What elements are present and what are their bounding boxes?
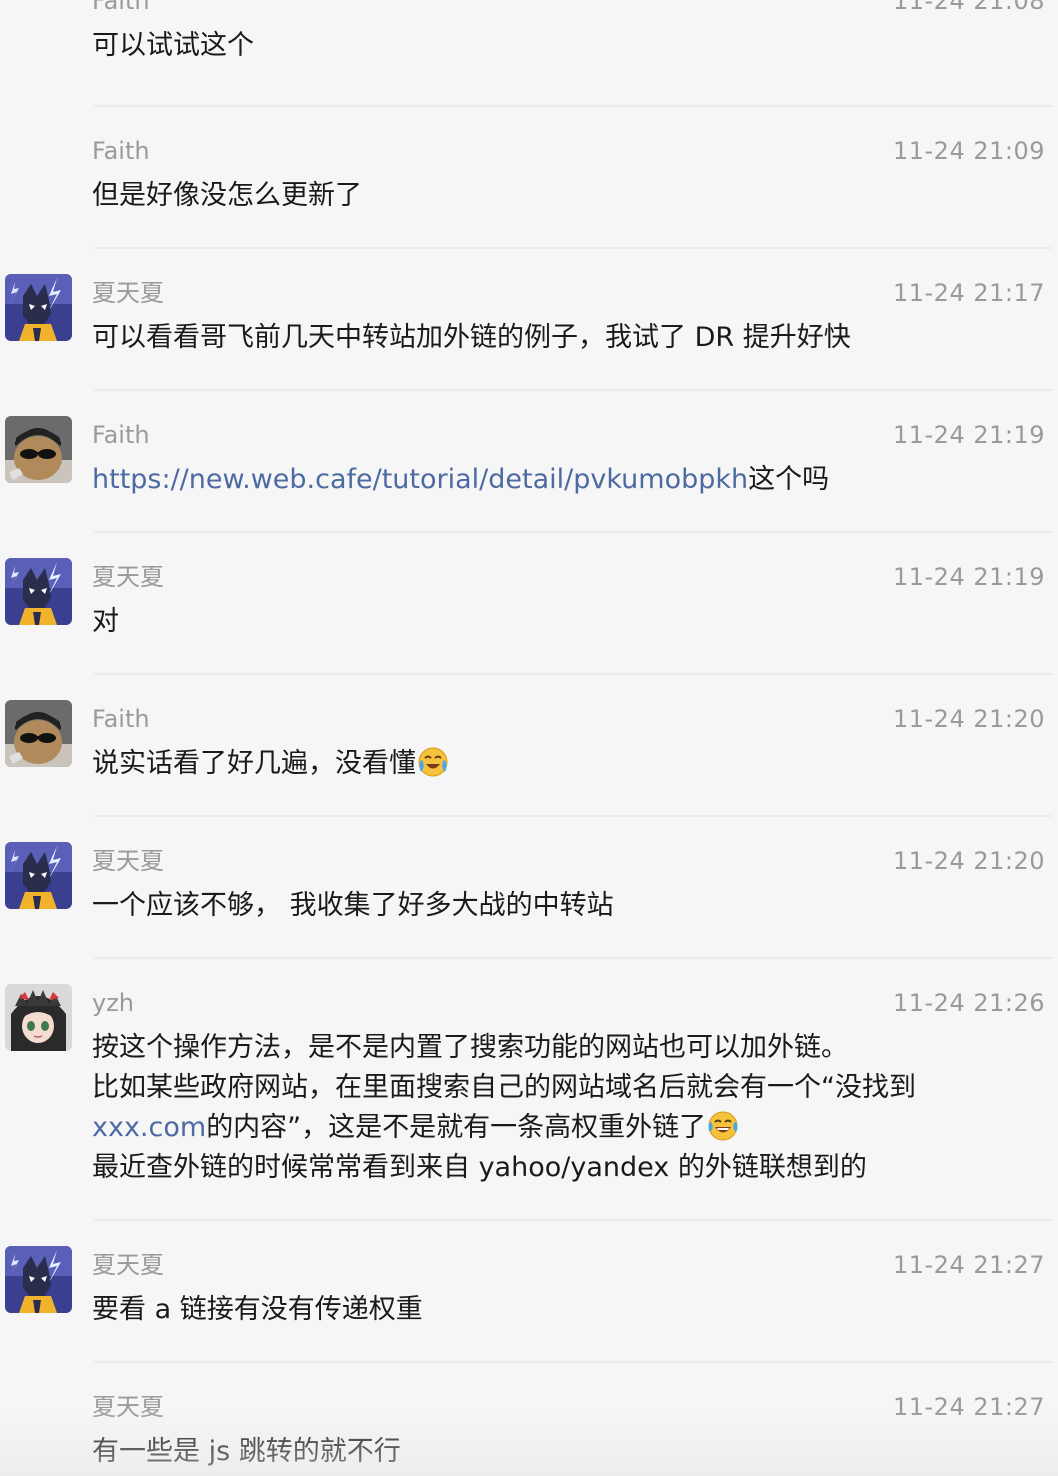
sender-name[interactable]: Faith (92, 0, 150, 16)
domain-link[interactable]: xxx.com (92, 1112, 206, 1143)
message-text-suffix: 这个吗 (748, 464, 830, 495)
sender-name[interactable]: 夏天夏 (92, 278, 164, 308)
message-text: 有一些是 js 跳转的就不行 (92, 1436, 401, 1467)
message-time: 11-24 21:20 (892, 847, 1045, 875)
sunglasses-avatar[interactable] (5, 416, 72, 483)
chat-message: Faith 11-24 21:20 说实话看了好几遍，没看懂 (0, 700, 1058, 817)
message-divider (94, 389, 1052, 391)
chat-message: Faith 11-24 21:19 https://new.web.cafe/t… (0, 416, 1058, 533)
chat-message-list: Faith 11-24 21:08 可以试试这个 Faith 11-24 21:… (0, 0, 1058, 1476)
message-text: 对 (92, 606, 119, 637)
message-time: 11-24 21:17 (892, 279, 1045, 307)
sender-name[interactable]: Faith (92, 704, 150, 734)
message-divider (94, 815, 1052, 817)
message-divider (94, 105, 1052, 107)
message-time: 11-24 21:26 (892, 989, 1045, 1017)
fox-avatar[interactable] (5, 558, 72, 625)
message-time: 11-24 21:20 (892, 705, 1045, 733)
sender-name[interactable]: 夏天夏 (92, 846, 164, 876)
chat-message: 夏天夏 11-24 21:17 可以看看哥飞前几天中转站加外链的例子，我试了 D… (0, 274, 1058, 391)
message-line: xxx.com的内容”，这是不是就有一条高权重外链了 (92, 1108, 916, 1148)
message-text: 说实话看了好几遍，没看懂 (92, 744, 449, 784)
sender-name[interactable]: Faith (92, 136, 150, 166)
message-time: 11-24 21:08 (892, 0, 1045, 15)
anime-avatar[interactable] (5, 984, 72, 1051)
message-line-text: 的内容”，这是不是就有一条高权重外链了 (206, 1112, 707, 1143)
message-time: 11-24 21:19 (892, 421, 1045, 449)
message-text: 但是好像没怎么更新了 (92, 180, 362, 211)
sunglasses-avatar[interactable] (5, 700, 72, 767)
message-time: 11-24 21:27 (892, 1393, 1045, 1421)
message-text: 可以看看哥飞前几天中转站加外链的例子，我试了 DR 提升好快 (92, 322, 851, 353)
message-time: 11-24 21:27 (892, 1251, 1045, 1279)
message-divider (94, 957, 1052, 959)
message-divider (94, 531, 1052, 533)
message-text-content: 说实话看了好几遍，没看懂 (92, 748, 416, 779)
sender-name[interactable]: 夏天夏 (92, 562, 164, 592)
chat-message: Faith 11-24 21:09 但是好像没怎么更新了 (0, 136, 1058, 249)
message-divider (94, 247, 1052, 249)
message-time: 11-24 21:09 (892, 137, 1045, 165)
fox-avatar[interactable] (5, 842, 72, 909)
fox-avatar[interactable] (5, 1246, 72, 1313)
message-text: 按这个操作方法，是不是内置了搜索功能的网站也可以加外链。 比如某些政府网站，在里… (92, 1028, 916, 1188)
fox-avatar[interactable] (5, 274, 72, 341)
chat-message: Faith 11-24 21:08 可以试试这个 (0, 0, 1058, 107)
message-divider (94, 1219, 1052, 1221)
chat-message: 夏天夏 11-24 21:20 一个应该不够， 我收集了好多大战的中转站 (0, 842, 1058, 959)
message-text: 一个应该不够， 我收集了好多大战的中转站 (92, 890, 614, 921)
sender-name[interactable]: Faith (92, 420, 150, 450)
message-line: 最近查外链的时候常常看到来自 yahoo/yandex 的外链联想到的 (92, 1152, 867, 1183)
chat-message: 夏天夏 11-24 21:19 对 (0, 558, 1058, 675)
message-text: 可以试试这个 (92, 30, 254, 61)
chat-message: 夏天夏 11-24 21:27 有一些是 js 跳转的就不行 (0, 1392, 1058, 1476)
message-time: 11-24 21:19 (892, 563, 1045, 591)
sender-name[interactable]: yzh (92, 988, 134, 1018)
sender-name[interactable]: 夏天夏 (92, 1392, 164, 1422)
tutorial-link[interactable]: https://new.web.cafe/tutorial/detail/pvk… (92, 464, 748, 495)
message-text: https://new.web.cafe/tutorial/detail/pvk… (92, 460, 829, 500)
message-divider (94, 673, 1052, 675)
chat-message: yzh 11-24 21:26 按这个操作方法，是不是内置了搜索功能的网站也可以… (0, 984, 1058, 1221)
sender-name[interactable]: 夏天夏 (92, 1250, 164, 1280)
chat-message: 夏天夏 11-24 21:27 要看 a 链接有没有传递权重 (0, 1246, 1058, 1363)
message-text: 要看 a 链接有没有传递权重 (92, 1294, 423, 1325)
crying-laughing-emoji-icon (417, 746, 449, 778)
message-divider (94, 1361, 1052, 1363)
message-line: 比如某些政府网站，在里面搜索自己的网站域名后就会有一个“没找到 (92, 1072, 916, 1103)
message-line: 按这个操作方法，是不是内置了搜索功能的网站也可以加外链。 (92, 1032, 848, 1063)
laughing-tears-emoji-icon (707, 1110, 739, 1142)
